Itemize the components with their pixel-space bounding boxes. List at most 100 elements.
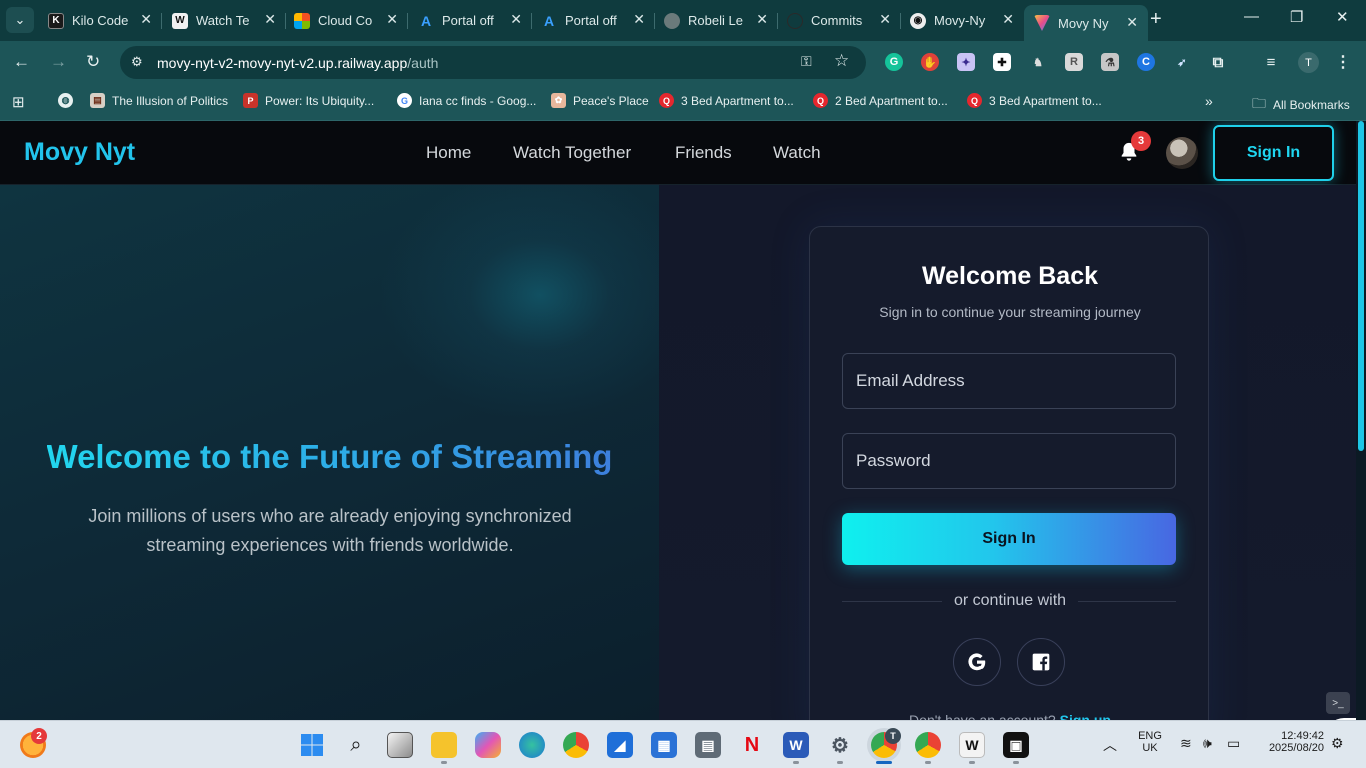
extension-icon[interactable]: ✦ (957, 53, 975, 71)
password-key-icon[interactable]: ⚿ (801, 53, 812, 70)
search-icon[interactable]: ⌕ (343, 732, 369, 758)
browser-tab[interactable]: ◉ Movy-Ny ✕ (900, 6, 1024, 35)
browser-tab[interactable]: K Kilo Code ✕ (38, 6, 162, 35)
extension-icon[interactable]: ♞ (1029, 53, 1047, 71)
azure-data-studio-icon[interactable]: ◢ (607, 732, 633, 758)
task-view-icon[interactable] (387, 732, 413, 758)
browser-tab[interactable]: Robeli Le ✕ (654, 6, 778, 35)
browser-tab-active[interactable]: Movy Ny ✕ (1024, 5, 1148, 41)
rocket-extension-icon[interactable]: ➶ (1173, 53, 1191, 71)
battery-icon[interactable]: ▭ (1227, 735, 1240, 752)
browser-tab[interactable]: W Watch Te ✕ (162, 6, 286, 35)
close-tab-icon[interactable]: ✕ (879, 11, 891, 28)
close-tab-icon[interactable]: ✕ (386, 11, 398, 28)
show-hidden-icons-chevron-icon[interactable]: ︿ (1103, 735, 1117, 755)
github-favicon-icon (787, 12, 803, 29)
bookmark-item[interactable]: P Power: Its Ubiquity... (243, 93, 374, 108)
nav-sign-in-button[interactable]: Sign In (1213, 125, 1334, 181)
brand-logo[interactable]: Movy Nyt (24, 138, 135, 167)
google-login-button[interactable] (953, 638, 1001, 686)
new-tab-button[interactable]: + (1150, 8, 1162, 31)
console-toggle-icon[interactable]: >_ (1326, 692, 1350, 714)
browser-tab[interactable]: Commits ✕ (777, 6, 901, 35)
bookmark-item[interactable]: Q 2 Bed Apartment to... (813, 93, 948, 108)
gamepad-extension-icon[interactable]: ✚ (993, 53, 1011, 71)
extension-icon[interactable]: C (1137, 53, 1155, 71)
adblock-extension-icon[interactable]: ✋ (921, 53, 939, 71)
email-field[interactable] (842, 353, 1176, 409)
sign-in-button[interactable]: Sign In (842, 513, 1176, 565)
extension-icon[interactable]: ⚗ (1101, 53, 1119, 71)
media-control-icon[interactable]: ≡ (1262, 53, 1280, 71)
close-tab-icon[interactable]: ✕ (264, 11, 276, 28)
nav-watch-together[interactable]: Watch Together (513, 143, 631, 163)
sign-up-link[interactable]: Sign up (1060, 712, 1111, 720)
app-icon[interactable]: ▣ (1003, 732, 1029, 758)
user-avatar[interactable] (1166, 137, 1198, 169)
notification-center-icon[interactable]: ⚙ (1331, 735, 1344, 752)
settings-gear-icon[interactable]: ⚙ (827, 732, 853, 758)
kebab-menu-icon[interactable]: ⋮ (1334, 53, 1352, 71)
app-icon[interactable]: W (959, 732, 985, 758)
close-tab-icon[interactable]: ✕ (1126, 14, 1138, 31)
edge-icon[interactable] (519, 732, 545, 758)
grammarly-extension-icon[interactable]: G (885, 53, 903, 71)
nav-watch[interactable]: Watch (773, 143, 821, 163)
reload-icon[interactable]: ↻ (86, 52, 100, 72)
close-window-icon[interactable]: ✕ (1336, 8, 1349, 26)
minimize-icon[interactable]: — (1244, 8, 1259, 25)
close-tab-icon[interactable]: ✕ (140, 11, 152, 28)
back-arrow-icon[interactable]: ← (13, 52, 30, 72)
browser-tab[interactable]: A Portal off ✕ (408, 6, 532, 35)
file-explorer-icon[interactable] (431, 732, 457, 758)
windows-start-icon[interactable] (299, 732, 325, 758)
forward-arrow-icon[interactable]: → (50, 52, 67, 72)
bookmark-item[interactable]: Q 3 Bed Apartment to... (967, 93, 1102, 108)
tab-search-button[interactable]: ⌄ (6, 7, 34, 33)
extension-icon[interactable]: R (1065, 53, 1083, 71)
close-tab-icon[interactable]: ✕ (633, 11, 645, 28)
site-info-icon[interactable]: ⚙ (131, 54, 143, 70)
apps-grid-icon[interactable]: ⊞ (12, 93, 25, 111)
bookmark-star-icon[interactable]: ☆ (834, 51, 849, 71)
restore-icon[interactable]: ❐ (1290, 8, 1303, 26)
microsoft-store-icon[interactable]: ▦ (651, 732, 677, 758)
calculator-icon[interactable]: ▤ (695, 732, 721, 758)
bookmark-item[interactable]: G Iana cc finds - Goog... (397, 93, 536, 108)
tab-title: Movy-Ny (934, 13, 986, 28)
all-bookmarks-button[interactable]: 🗀 All Bookmarks (1252, 93, 1350, 117)
running-indicator (837, 761, 843, 764)
page-scrollbar[interactable] (1356, 121, 1366, 720)
password-field[interactable] (842, 433, 1176, 489)
language-indicator[interactable]: ENG UK (1134, 730, 1166, 754)
url-text[interactable]: movy-nyt-v2-movy-nyt-v2.up.railway.app/a… (157, 55, 438, 71)
chrome-icon[interactable] (915, 732, 941, 758)
facebook-login-button[interactable] (1017, 638, 1065, 686)
nav-home[interactable]: Home (426, 143, 471, 163)
extensions-puzzle-icon[interactable]: ⧉ (1209, 53, 1227, 71)
bookmark-item[interactable]: ▤ The Illusion of Politics (90, 93, 228, 108)
bookmarks-overflow-button[interactable]: » (1205, 93, 1213, 109)
tab-title: Robeli Le (688, 13, 743, 28)
clock[interactable]: 12:49:42 2025/08/20 (1258, 730, 1324, 754)
globe-bookmark-icon[interactable]: ◍ (58, 93, 80, 108)
word-icon[interactable]: W (783, 732, 809, 758)
chrome-icon[interactable] (563, 732, 589, 758)
netflix-icon[interactable]: N (739, 732, 765, 758)
volume-icon[interactable]: 🕪 (1203, 735, 1212, 752)
scrollbar-thumb[interactable] (1358, 121, 1364, 451)
divider-text: or continue with (810, 592, 1210, 610)
nav-friends[interactable]: Friends (675, 143, 732, 163)
bookmark-favicon-icon: P (243, 93, 258, 108)
browser-tab[interactable]: Cloud Co ✕ (284, 6, 408, 35)
wifi-icon[interactable]: ≋ (1180, 735, 1192, 752)
close-tab-icon[interactable]: ✕ (1002, 11, 1014, 28)
close-tab-icon[interactable]: ✕ (510, 11, 522, 28)
browser-tab[interactable]: A Portal off ✕ (531, 6, 655, 35)
copilot-icon[interactable] (475, 732, 501, 758)
profile-avatar[interactable]: T (1298, 52, 1319, 73)
bookmark-item[interactable]: Q 3 Bed Apartment to... (659, 93, 794, 108)
close-tab-icon[interactable]: ✕ (756, 11, 768, 28)
address-bar[interactable]: ⚙ movy-nyt-v2-movy-nyt-v2.up.railway.app… (120, 46, 866, 79)
bookmark-item[interactable]: ✿ Peace's Place (551, 93, 649, 108)
